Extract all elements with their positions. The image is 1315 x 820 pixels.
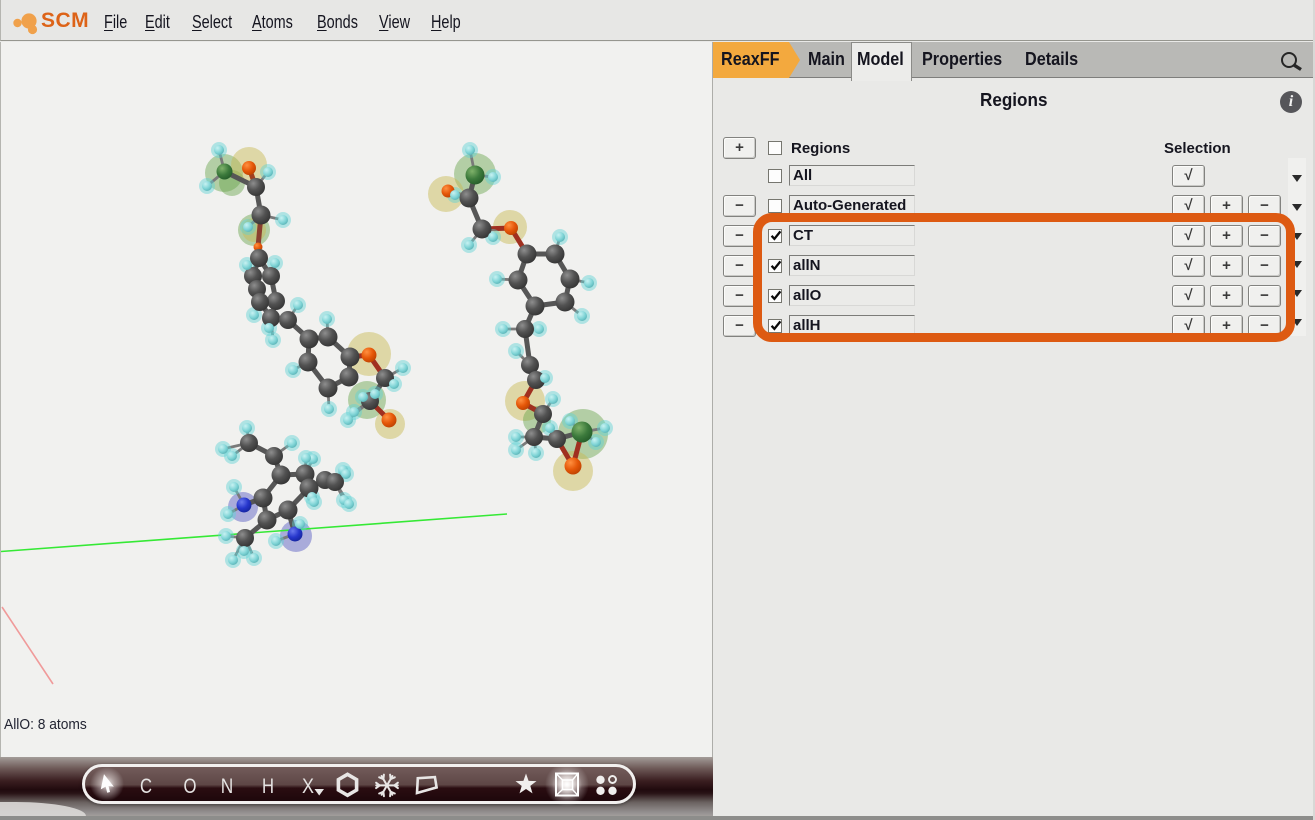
svg-text:N: N: [221, 775, 234, 798]
svg-text:H: H: [262, 775, 274, 798]
svg-text:X: X: [302, 775, 314, 798]
svg-text:O: O: [184, 775, 197, 798]
svg-text:C: C: [140, 775, 152, 798]
